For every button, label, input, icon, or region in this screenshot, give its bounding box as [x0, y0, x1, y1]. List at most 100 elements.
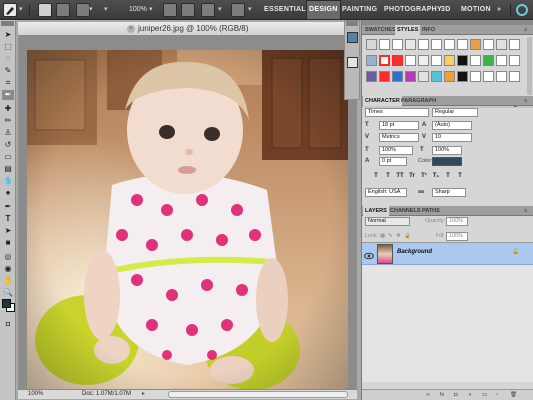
eraser-tool-icon[interactable]: ▭	[2, 152, 14, 162]
style-preset-swatch[interactable]	[444, 39, 455, 50]
style-preset-swatch[interactable]	[457, 39, 468, 50]
type-style-button[interactable]: T	[444, 172, 452, 180]
style-preset-swatch[interactable]	[418, 55, 429, 66]
style-preset-swatch[interactable]	[509, 71, 520, 82]
style-preset-swatch[interactable]	[457, 71, 468, 82]
style-preset-swatch[interactable]	[379, 71, 390, 82]
layer-name[interactable]: Background	[397, 249, 432, 255]
style-preset-swatch[interactable]	[496, 55, 507, 66]
tab-paths[interactable]: PATHS	[420, 206, 442, 216]
workspace-design[interactable]: DESIGN	[306, 0, 341, 20]
style-preset-swatch[interactable]	[405, 39, 416, 50]
healing-brush-tool-icon[interactable]: ✚	[2, 104, 14, 114]
adjustment-layer-icon[interactable]: ◑	[468, 391, 471, 399]
style-preset-swatch[interactable]	[379, 39, 390, 50]
style-preset-swatch[interactable]	[470, 71, 481, 82]
font-style-select[interactable]: Regular	[432, 108, 478, 117]
baseline-shift-field[interactable]: 0 pt	[379, 157, 407, 166]
arrange-arrow-icon[interactable]: ▾	[218, 3, 222, 17]
font-size-field[interactable]: 18 pt	[379, 121, 419, 130]
zoom-arrow-icon[interactable]: ▾	[104, 3, 108, 17]
new-layer-icon[interactable]: ▫	[496, 391, 498, 399]
style-preset-swatch[interactable]	[405, 55, 416, 66]
lasso-tool-icon[interactable]: ◌	[2, 54, 14, 64]
marquee-tool-icon[interactable]: ⬚	[2, 42, 14, 52]
quick-selection-tool-icon[interactable]: ✎	[2, 66, 14, 76]
tab-layers[interactable]: LAYERS	[363, 206, 389, 216]
tab-paragraph[interactable]: PARAGRAPH	[399, 96, 438, 106]
style-preset-swatch[interactable]	[509, 39, 520, 50]
dock-grip[interactable]	[346, 21, 358, 26]
hand-tool-button[interactable]	[163, 3, 177, 17]
blur-tool-icon[interactable]: 💧	[2, 176, 14, 186]
workspace-motion[interactable]: MOTION	[461, 0, 491, 20]
rotate-view-button[interactable]	[181, 3, 195, 17]
kerning-field[interactable]: Metrics	[379, 133, 419, 142]
cs-live-icon[interactable]	[516, 4, 528, 16]
delete-layer-icon[interactable]: 🗑	[510, 391, 517, 399]
more-workspaces[interactable]: »	[497, 0, 501, 20]
view-extras-button[interactable]	[76, 3, 90, 17]
tracking-field[interactable]: 10	[432, 133, 472, 142]
gradient-tool-icon[interactable]: ▤	[2, 164, 14, 174]
eyedropper-tool-icon[interactable]: ✒	[2, 90, 14, 100]
dodge-tool-icon[interactable]: ●	[2, 188, 14, 198]
brush-tool-preset-button[interactable]	[3, 3, 17, 17]
zoom-tool-icon[interactable]: 🔍	[2, 288, 14, 298]
lock-all-icon[interactable]: 🔒	[404, 232, 411, 240]
workspace-painting[interactable]: PAINTING	[342, 0, 377, 20]
anti-alias-select[interactable]: Sharp	[432, 188, 466, 197]
document-tab[interactable]: × juniper26.jpg @ 100% (RGB/8)	[18, 22, 357, 36]
workspace-3d[interactable]: 3D	[441, 0, 451, 20]
status-menu-arrow-icon[interactable]: ▸	[142, 390, 145, 399]
close-document-icon[interactable]: ×	[127, 25, 135, 33]
lock-position-icon[interactable]: ✥	[396, 232, 401, 240]
actions-panel-icon[interactable]	[347, 57, 358, 68]
type-style-button[interactable]: T	[384, 172, 392, 180]
style-preset-swatch[interactable]	[418, 39, 429, 50]
type-style-button[interactable]: T₁	[432, 172, 440, 180]
type-style-button[interactable]: Tr	[408, 172, 416, 180]
path-selection-tool-icon[interactable]: ➤	[2, 226, 14, 236]
style-preset-swatch[interactable]	[418, 71, 429, 82]
style-preset-swatch[interactable]	[483, 55, 494, 66]
horizontal-scrollbar[interactable]	[168, 391, 348, 398]
layer-row[interactable]: Background 🔒	[362, 243, 533, 265]
blend-mode-select[interactable]: Normal	[365, 217, 410, 226]
style-preset-swatch[interactable]	[366, 39, 377, 50]
style-preset-swatch[interactable]	[483, 71, 494, 82]
bridge-button[interactable]	[38, 3, 52, 17]
vertical-scale-field[interactable]: 100%	[379, 146, 413, 155]
lock-image-icon[interactable]: ✎	[388, 232, 393, 240]
foreground-color-swatch[interactable]	[2, 299, 11, 308]
tab-character[interactable]: CHARACTER	[363, 96, 402, 106]
opacity-field[interactable]: 100%	[446, 217, 468, 226]
new-group-icon[interactable]: ▭	[482, 391, 487, 399]
style-preset-swatch[interactable]	[444, 71, 455, 82]
panel-menu-icon[interactable]: ≡	[524, 207, 527, 215]
zoom-level[interactable]: 100%	[129, 3, 147, 17]
type-style-button[interactable]: T	[456, 172, 464, 180]
pen-tool-icon[interactable]: ✒	[2, 202, 14, 212]
layer-style-icon[interactable]: fx	[440, 391, 444, 399]
link-layers-icon[interactable]: ∞	[426, 391, 430, 399]
brush-tool-icon[interactable]: ✏	[2, 116, 14, 126]
hand-tool-icon[interactable]: ✋	[2, 276, 14, 286]
lock-transparent-icon[interactable]: ▦	[380, 232, 385, 240]
screen-mode-arrow-icon[interactable]: ▾	[248, 3, 252, 17]
style-preset-swatch[interactable]	[431, 71, 442, 82]
style-preset-swatch[interactable]	[392, 39, 403, 50]
panel-menu-icon[interactable]: ≡	[524, 26, 527, 34]
arrange-documents-button[interactable]	[201, 3, 215, 17]
tab-info[interactable]: INFO	[420, 25, 437, 35]
3d-rotate-tool-icon[interactable]: ◎	[2, 252, 14, 262]
language-select[interactable]: English: USA	[365, 188, 407, 197]
status-zoom[interactable]: 100%	[28, 390, 43, 399]
style-preset-swatch[interactable]	[457, 55, 468, 66]
tab-channels[interactable]: CHANNELS	[388, 206, 423, 216]
style-preset-swatch[interactable]	[509, 55, 520, 66]
font-family-select[interactable]: Times	[365, 108, 429, 117]
shape-tool-icon[interactable]: ■	[2, 238, 14, 248]
style-preset-swatch[interactable]	[431, 39, 442, 50]
type-style-button[interactable]: T	[372, 172, 380, 180]
